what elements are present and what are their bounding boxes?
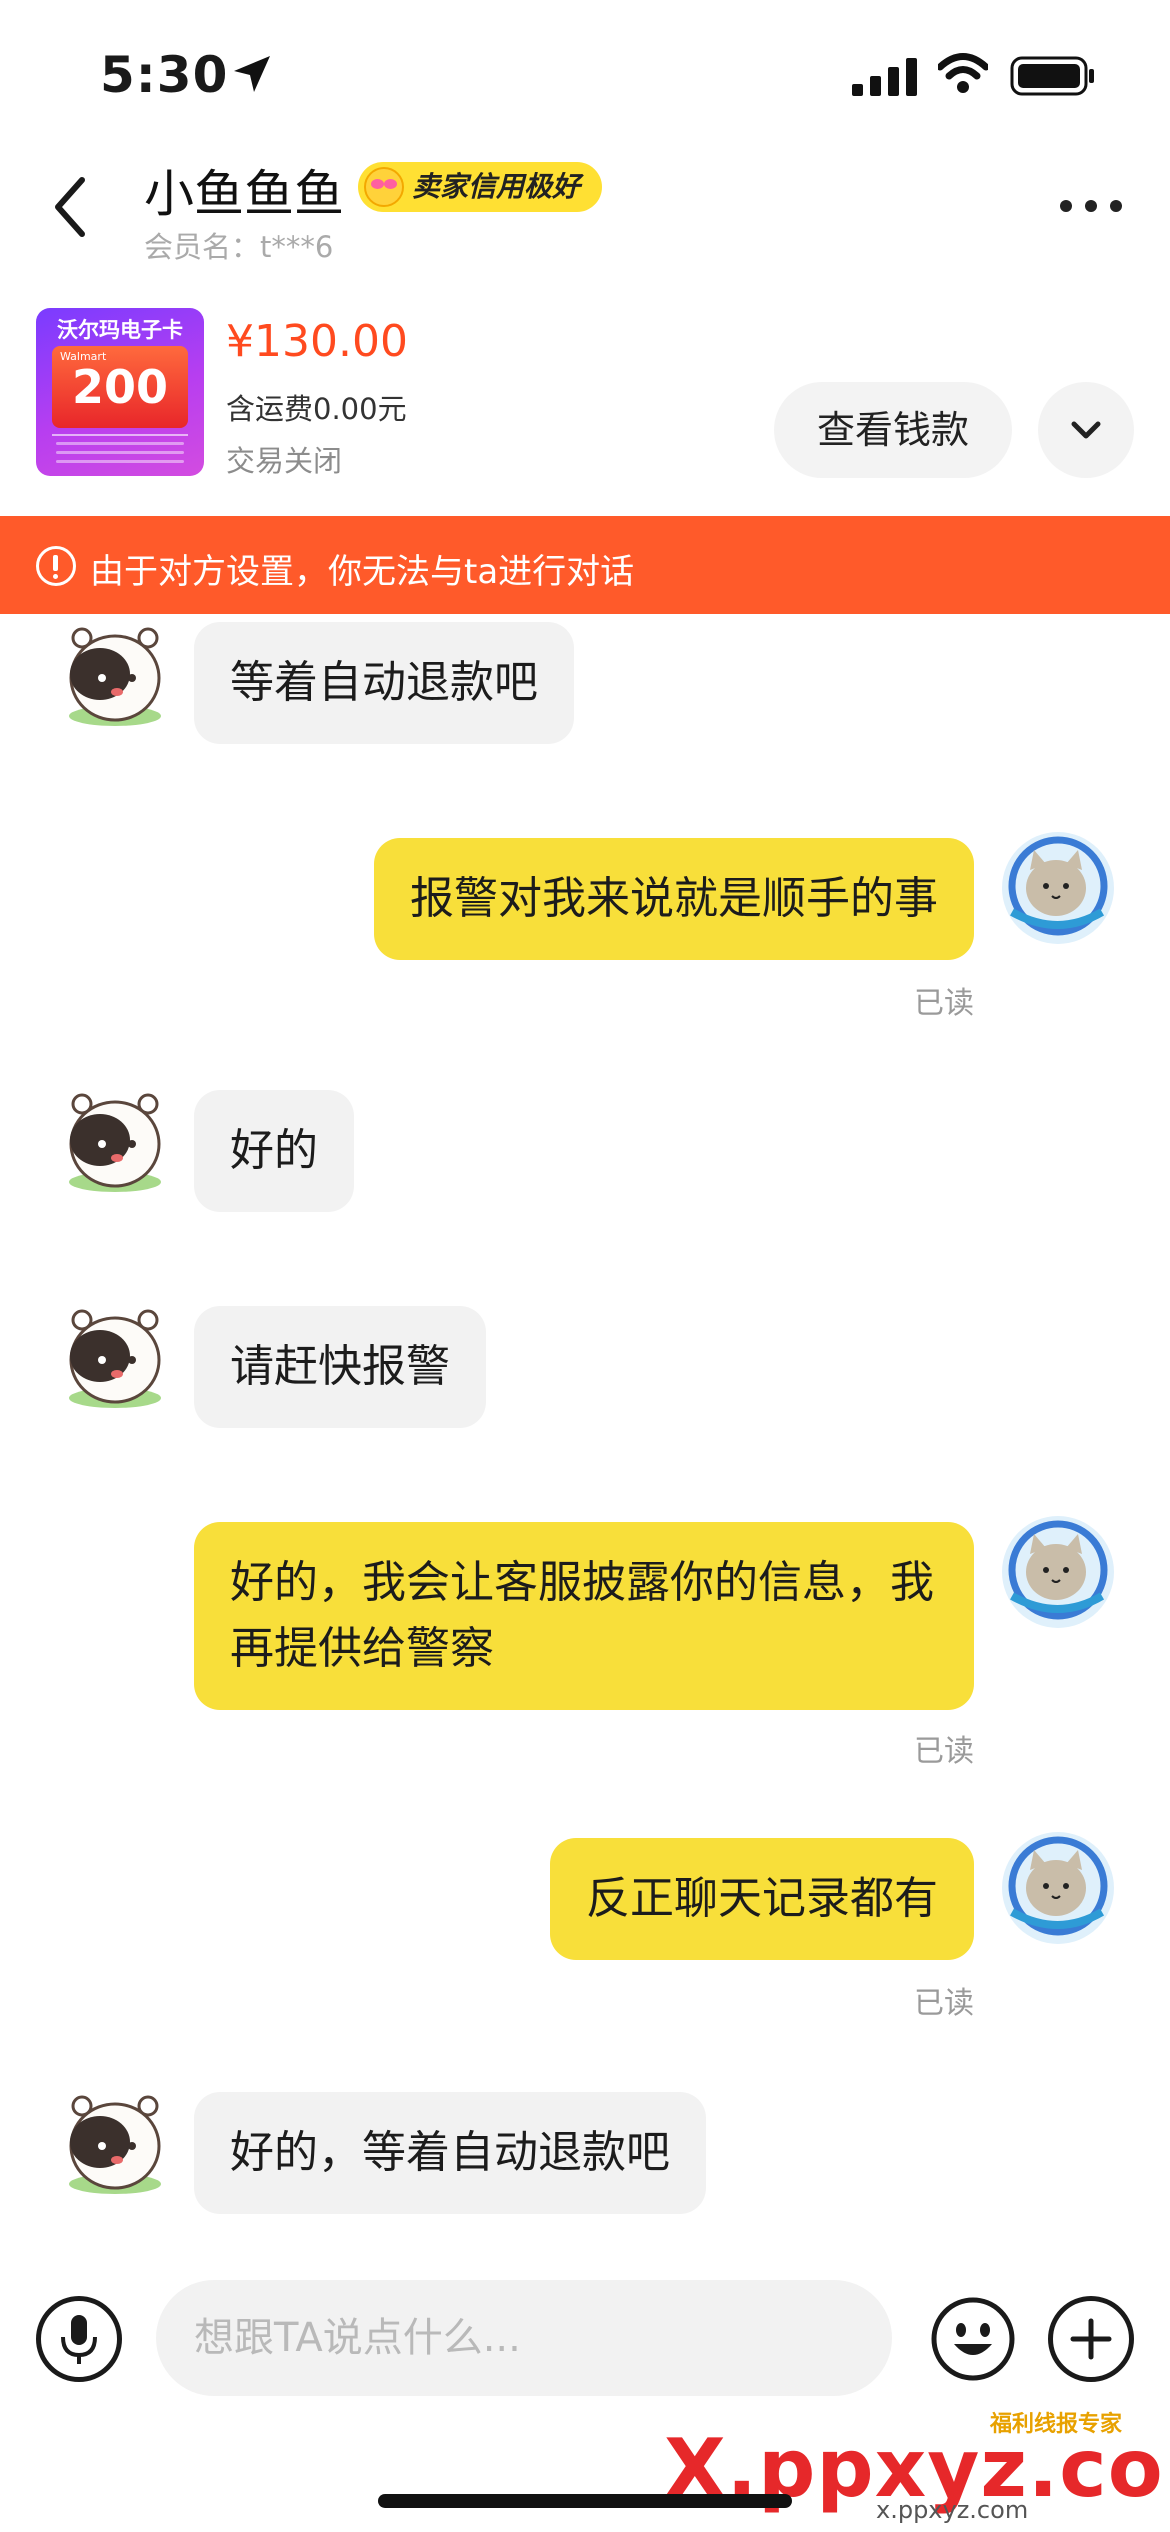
plus-icon[interactable]: [1048, 2296, 1134, 2382]
hamster-avatar-icon[interactable]: [60, 620, 170, 730]
read-receipt: 已读: [914, 1734, 974, 1769]
chevron-down-icon[interactable]: [1038, 382, 1134, 478]
more-options-icon[interactable]: [1056, 196, 1126, 216]
message-bubble-sent[interactable]: 好的，我会让客服披露你的信息，我再提供给警察: [194, 1522, 974, 1710]
cellular-signal-icon: [852, 58, 917, 96]
gift-card-fineprint: [52, 434, 188, 470]
cat-astronaut-avatar-icon[interactable]: [998, 1512, 1118, 1632]
location-arrow-icon: [234, 56, 270, 92]
product-price: ¥130.00: [226, 316, 408, 367]
message-bubble-received[interactable]: 等着自动退款吧: [194, 622, 574, 744]
emoji-icon[interactable]: [930, 2296, 1016, 2382]
battery-icon: [1010, 56, 1094, 96]
back-arrow-icon[interactable]: [48, 172, 98, 242]
shipping-info: 含运费0.00元: [226, 392, 407, 426]
message-bubble-sent[interactable]: 反正聊天记录都有: [550, 1838, 974, 1960]
warning-banner: 由于对方设置，你无法与ta进行对话: [0, 516, 1170, 614]
product-image-title: 沃尔玛电子卡: [57, 318, 183, 342]
watermark-url: x.ppxyz.com: [876, 2496, 1029, 2524]
chat-screen: 5:30 小鱼鱼鱼 卖家信用极好 会员名：t***6 沃尔玛电子卡 Walmar…: [0, 0, 1170, 2532]
cat-astronaut-avatar-icon[interactable]: [998, 828, 1118, 948]
status-time: 5:30: [100, 46, 229, 104]
message-bubble-received[interactable]: 好的，等着自动退款吧: [194, 2092, 706, 2214]
chat-title: 小鱼鱼鱼: [144, 165, 344, 223]
exclamation-icon: [36, 546, 76, 586]
heart-eyes-emoji-icon: [364, 167, 404, 207]
message-input[interactable]: [156, 2280, 892, 2396]
message-bubble-received[interactable]: 好的: [194, 1090, 354, 1212]
hamster-avatar-icon[interactable]: [60, 2088, 170, 2198]
wifi-icon: [938, 53, 988, 93]
cat-astronaut-avatar-icon[interactable]: [998, 1828, 1118, 1948]
home-indicator[interactable]: [378, 2494, 792, 2508]
product-thumbnail[interactable]: 沃尔玛电子卡 Walmart 200: [36, 308, 204, 476]
hamster-avatar-icon[interactable]: [60, 1302, 170, 1412]
hamster-avatar-icon[interactable]: [60, 1086, 170, 1196]
message-bubble-received[interactable]: 请赶快报警: [194, 1306, 486, 1428]
read-receipt: 已读: [914, 1986, 974, 2021]
gift-card-amount: 200: [71, 360, 169, 414]
gift-card-graphic: Walmart 200: [52, 346, 188, 428]
microphone-icon[interactable]: [36, 2296, 122, 2382]
view-payment-button[interactable]: 查看钱款: [774, 382, 1012, 478]
seller-credit-badge: 卖家信用极好: [358, 162, 603, 212]
credit-badge-label: 卖家信用极好: [412, 170, 581, 203]
member-name: 会员名：t***6: [144, 230, 334, 264]
deal-status: 交易关闭: [226, 444, 343, 478]
warning-text: 由于对方设置，你无法与ta进行对话: [90, 552, 635, 592]
message-bubble-sent[interactable]: 报警对我来说就是顺手的事: [374, 838, 974, 960]
read-receipt: 已读: [914, 986, 974, 1021]
